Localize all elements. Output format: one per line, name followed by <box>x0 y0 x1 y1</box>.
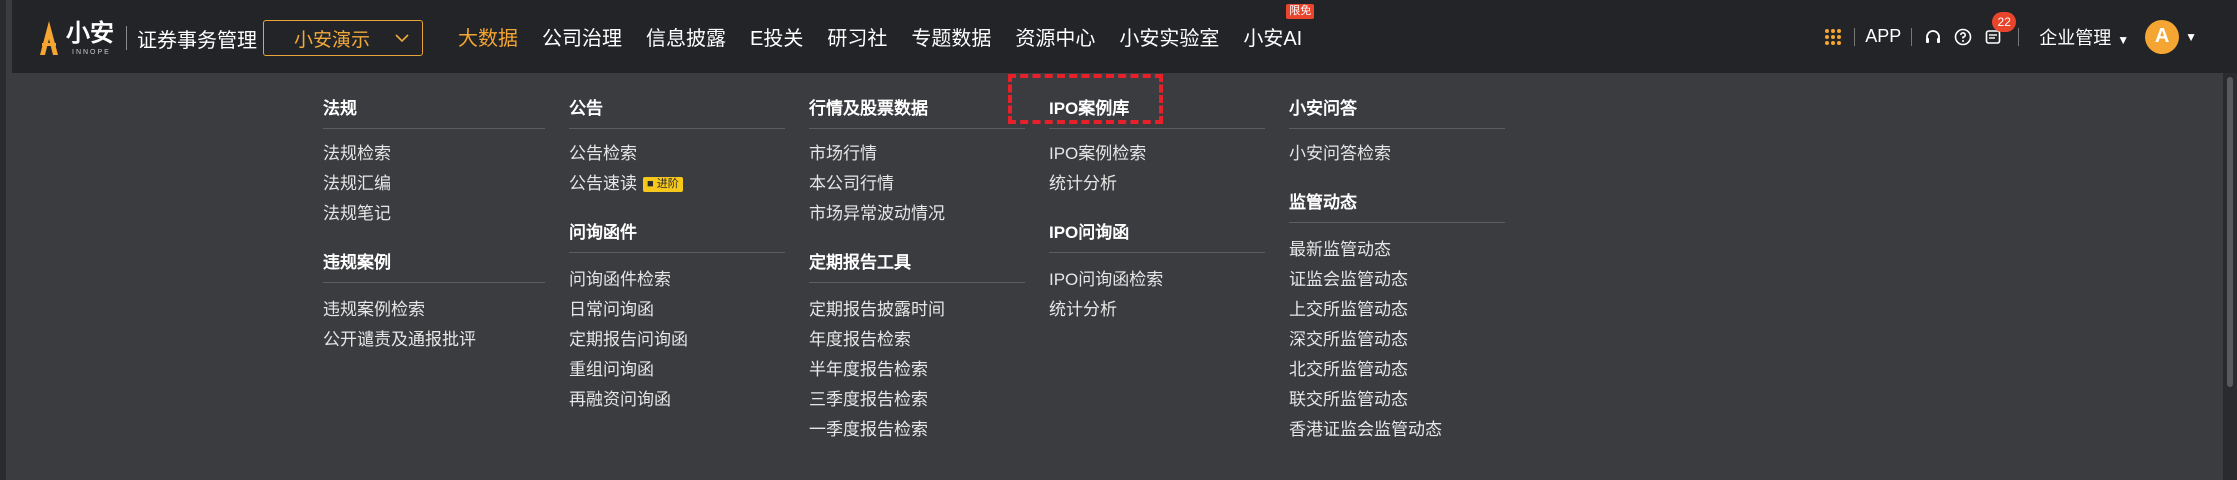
section-title-regulations: 法规 <box>323 99 357 118</box>
menu-link[interactable]: 深交所监管动态 <box>1289 325 1408 350</box>
divider <box>1854 27 1856 46</box>
avatar[interactable]: A <box>2145 19 2180 54</box>
message-count-badge: 22 <box>1992 11 2017 32</box>
menu-link[interactable]: 违规案例检索 <box>323 295 425 320</box>
scrollbar-thumb[interactable] <box>2227 77 2233 387</box>
menu-link[interactable]: 公告检索 <box>569 139 637 164</box>
scrollbar[interactable] <box>2223 73 2237 480</box>
divider <box>1911 27 1913 46</box>
free-badge: 限免 <box>1286 4 1315 19</box>
menu-link[interactable]: 三季度报告检索 <box>809 385 928 410</box>
menu-link[interactable]: 重组问询函 <box>569 355 654 380</box>
nav-item-academy[interactable]: 研习社 <box>827 22 887 51</box>
header-tools: APP 22 企业管理 ▼ A ▼ <box>1822 0 2197 73</box>
nav-item-governance[interactable]: 公司治理 <box>542 22 622 51</box>
section-divider <box>1289 222 1505 223</box>
chevron-down-icon <box>395 34 409 43</box>
main-nav: 大数据 公司治理 信息披露 E投关 研习社 专题数据 资源中心 小安实验室 小安… <box>458 0 1326 73</box>
menu-link-label: 公告速读 <box>569 174 637 193</box>
section-title-ipo-inquiries: IPO问询函 <box>1049 223 1130 242</box>
menu-link[interactable]: 联交所监管动态 <box>1289 385 1408 410</box>
section-title-qa: 小安问答 <box>1289 99 1357 118</box>
section-title-violations: 违规案例 <box>323 253 391 272</box>
brand-logo[interactable]: 小安 INNOPE 证券事务管理 <box>36 18 257 58</box>
section-divider <box>1049 252 1265 253</box>
section-title-regulatory-news: 监管动态 <box>1289 193 1357 212</box>
section-title-report-tools: 定期报告工具 <box>809 253 911 272</box>
section-title-inquiries: 问询函件 <box>569 223 637 242</box>
menu-link[interactable]: 一季度报告检索 <box>809 415 928 440</box>
app-link[interactable]: APP <box>1865 26 1901 47</box>
nav-item-ai[interactable]: 小安AI 限免 <box>1243 4 1315 51</box>
advanced-tag-label: 进阶 <box>656 178 679 190</box>
brand-subtitle: 证券事务管理 <box>137 29 257 52</box>
nav-item-topic-data[interactable]: 专题数据 <box>911 22 991 51</box>
menu-link[interactable]: 香港证监会监管动态 <box>1289 415 1442 440</box>
headset-icon[interactable] <box>1922 26 1944 48</box>
section-divider <box>569 128 785 129</box>
menu-link[interactable]: 问询函件检索 <box>569 265 671 290</box>
section-divider <box>323 282 545 283</box>
caret-down-icon: ▼ <box>2117 32 2130 47</box>
mega-menu: 法规 法规检索 法规汇编 法规笔记 违规案例 违规案例检索 公开谴责及通报批评 … <box>6 73 2237 480</box>
apps-grid-icon[interactable] <box>1822 26 1844 48</box>
menu-link[interactable]: 本公司行情 <box>809 169 894 194</box>
avatar-caret-icon[interactable]: ▼ <box>2185 30 2197 44</box>
tenant-select[interactable]: 小安演示 <box>263 20 423 56</box>
menu-link[interactable]: 日常问询函 <box>569 295 654 320</box>
tenant-select-value: 小安演示 <box>294 29 371 51</box>
nav-item-resources[interactable]: 资源中心 <box>1015 22 1095 51</box>
brand-name: 小安 <box>66 20 114 47</box>
message-icon[interactable]: 22 <box>1982 11 2017 48</box>
top-header: 小安 INNOPE 证券事务管理 小安演示 大数据 公司治理 信息披露 E投关 … <box>12 0 2237 73</box>
corp-management-menu[interactable]: 企业管理 ▼ <box>2039 24 2129 50</box>
section-divider <box>809 282 1025 283</box>
menu-link[interactable]: 年度报告检索 <box>809 325 911 350</box>
nav-item-eir[interactable]: E投关 <box>750 22 803 51</box>
menu-link[interactable]: 定期报告问询函 <box>569 325 688 350</box>
nav-item-lab[interactable]: 小安实验室 <box>1119 22 1219 51</box>
menu-link[interactable]: 定期报告披露时间 <box>809 295 945 320</box>
advanced-tag: ■ 进阶 <box>643 177 683 192</box>
nav-item-disclosure[interactable]: 信息披露 <box>646 22 726 51</box>
menu-link[interactable]: 市场行情 <box>809 139 877 164</box>
menu-link[interactable]: 统计分析 <box>1049 295 1117 320</box>
corp-management-label: 企业管理 <box>2039 27 2112 48</box>
divider <box>2018 27 2020 46</box>
section-divider <box>569 252 785 253</box>
menu-link[interactable]: 证监会监管动态 <box>1289 265 1408 290</box>
menu-link[interactable]: 小安问答检索 <box>1289 139 1391 164</box>
logo-icon <box>40 21 58 55</box>
menu-link[interactable]: 北交所监管动态 <box>1289 355 1408 380</box>
section-title-announcements: 公告 <box>569 99 603 118</box>
menu-link-quick-read[interactable]: 公告速读 ■ 进阶 <box>569 169 683 194</box>
brand-divider <box>126 26 127 50</box>
section-title-market-data: 行情及股票数据 <box>809 99 928 118</box>
section-divider <box>1289 128 1505 129</box>
menu-link[interactable]: 最新监管动态 <box>1289 235 1391 260</box>
menu-link[interactable]: IPO问询函检索 <box>1049 265 1163 290</box>
menu-link[interactable]: 半年度报告检索 <box>809 355 928 380</box>
section-divider <box>1049 128 1265 129</box>
menu-link[interactable]: 法规汇编 <box>323 169 391 194</box>
menu-link[interactable]: 法规检索 <box>323 139 391 164</box>
nav-item-ai-label: 小安AI <box>1243 28 1303 50</box>
nav-item-bigdata[interactable]: 大数据 <box>458 22 518 51</box>
menu-link[interactable]: IPO案例检索 <box>1049 139 1146 164</box>
help-icon[interactable] <box>1952 26 1974 48</box>
app-frame: 小安 INNOPE 证券事务管理 小安演示 大数据 公司治理 信息披露 E投关 … <box>0 0 2237 480</box>
menu-link[interactable]: 再融资问询函 <box>569 385 671 410</box>
section-divider <box>809 128 1025 129</box>
section-divider <box>323 128 545 129</box>
highlight-box <box>1008 74 1163 124</box>
menu-link[interactable]: 公开谴责及通报批评 <box>323 325 476 350</box>
menu-link[interactable]: 上交所监管动态 <box>1289 295 1408 320</box>
menu-link[interactable]: 统计分析 <box>1049 169 1117 194</box>
menu-link[interactable]: 法规笔记 <box>323 199 391 224</box>
brand-sub: INNOPE <box>72 49 111 56</box>
menu-link[interactable]: 市场异常波动情况 <box>809 199 945 224</box>
